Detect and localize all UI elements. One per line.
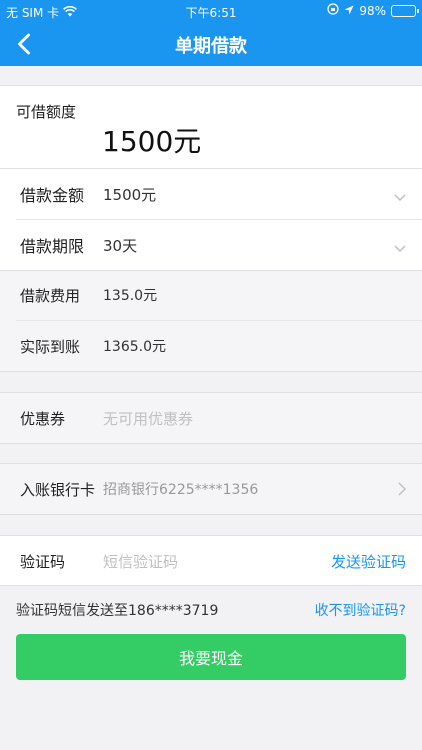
verify-code-row: 验证码 短信验证码 发送验证码 [0,536,422,586]
chevron-down-icon [394,187,406,206]
loan-fee-label: 借款费用 [20,286,81,305]
loan-term-row[interactable]: 借款期限 30天 [0,220,422,270]
status-bar: 无 SIM 卡 下午6:51 98% [0,0,422,22]
page-title: 单期借款 [175,36,247,57]
limit-label: 可借额度 [16,103,77,121]
chevron-right-icon [398,481,406,500]
loan-amount-label: 借款金额 [20,186,85,205]
chevron-down-icon [394,238,406,257]
loan-amount-row[interactable]: 借款金额 1500元 [0,169,422,219]
actual-amount-value: 1365.0元 [103,339,166,355]
get-cash-button[interactable]: 我要现金 [16,634,406,680]
loan-term-label: 借款期限 [20,237,85,256]
coupon-label: 优惠券 [20,409,66,428]
loan-fee-value: 135.0元 [103,288,158,304]
bank-card-label: 入账银行卡 [20,480,96,499]
bank-card-row[interactable]: 入账银行卡 招商银行6225****1356 [0,464,422,514]
rotation-lock-icon [327,3,339,18]
no-code-link[interactable]: 收不到验证码? [315,600,406,620]
limit-section [0,85,422,169]
loan-term-value: 30天 [103,236,138,255]
verify-code-input[interactable]: 短信验证码 [103,551,178,572]
battery-percent: 98% [359,3,386,18]
coupon-value: 无可用优惠券 [103,409,194,428]
send-code-button[interactable]: 发送验证码 [331,551,406,572]
location-icon [344,4,354,18]
verify-code-label: 验证码 [20,552,66,571]
top-bar: 无 SIM 卡 下午6:51 98% 单期借款 [0,0,422,66]
battery-icon [391,4,419,17]
bank-card-value: 招商银行6225****1356 [103,482,259,498]
loan-fee-row: 借款费用 135.0元 [0,270,422,320]
limit-value: 1500元 [102,125,202,158]
nav-bar: 单期借款 [0,22,422,66]
coupon-row[interactable]: 优惠券 无可用优惠券 [0,393,422,443]
sms-sent-info: 验证码短信发送至186****3719 [16,603,219,619]
actual-amount-label: 实际到账 [20,337,81,356]
actual-amount-row: 实际到账 1365.0元 [0,321,422,371]
loan-amount-value: 1500元 [103,185,157,204]
